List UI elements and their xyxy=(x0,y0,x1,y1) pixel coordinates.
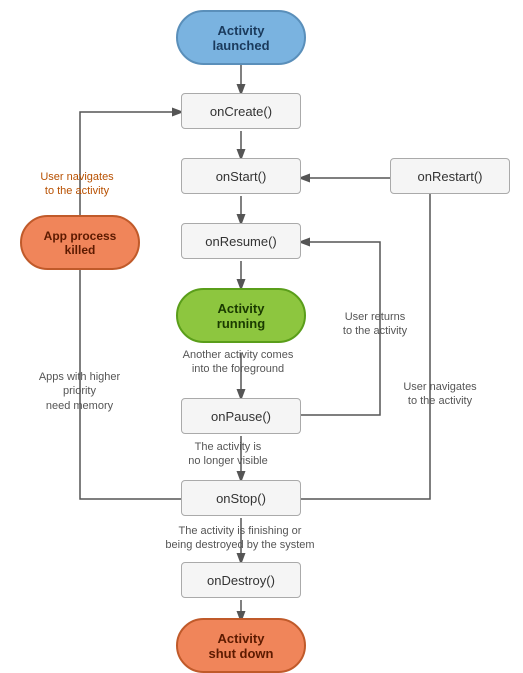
app-process-killed-node: App process killed xyxy=(20,215,140,270)
on-resume-node: onResume() xyxy=(181,223,301,259)
label-user-returns: User returns to the activity xyxy=(330,310,420,339)
label-user-navigates2: User navigates to the activity xyxy=(390,380,490,409)
on-pause-node: onPause() xyxy=(181,398,301,434)
label-apps-higher-priority: Apps with higher priority need memory xyxy=(22,370,137,413)
label-another-activity: Another activity comes into the foregrou… xyxy=(158,348,318,377)
on-destroy-node: onDestroy() xyxy=(181,562,301,598)
on-start-node: onStart() xyxy=(181,158,301,194)
label-finishing-destroyed: The activity is finishing or being destr… xyxy=(130,524,350,553)
on-stop-node: onStop() xyxy=(181,480,301,516)
label-no-longer-visible: The activity is no longer visible xyxy=(158,440,298,469)
activity-launched-node: Activity launched xyxy=(176,10,306,65)
label-user-navigates: User navigates to the activity xyxy=(22,170,132,199)
activity-running-node: Activity running xyxy=(176,288,306,343)
activity-lifecycle-diagram: onRestart() App process killed Activity … xyxy=(0,0,523,673)
on-restart-node: onRestart() xyxy=(390,158,510,194)
on-create-node: onCreate() xyxy=(181,93,301,129)
activity-shut-down-node: Activity shut down xyxy=(176,618,306,673)
